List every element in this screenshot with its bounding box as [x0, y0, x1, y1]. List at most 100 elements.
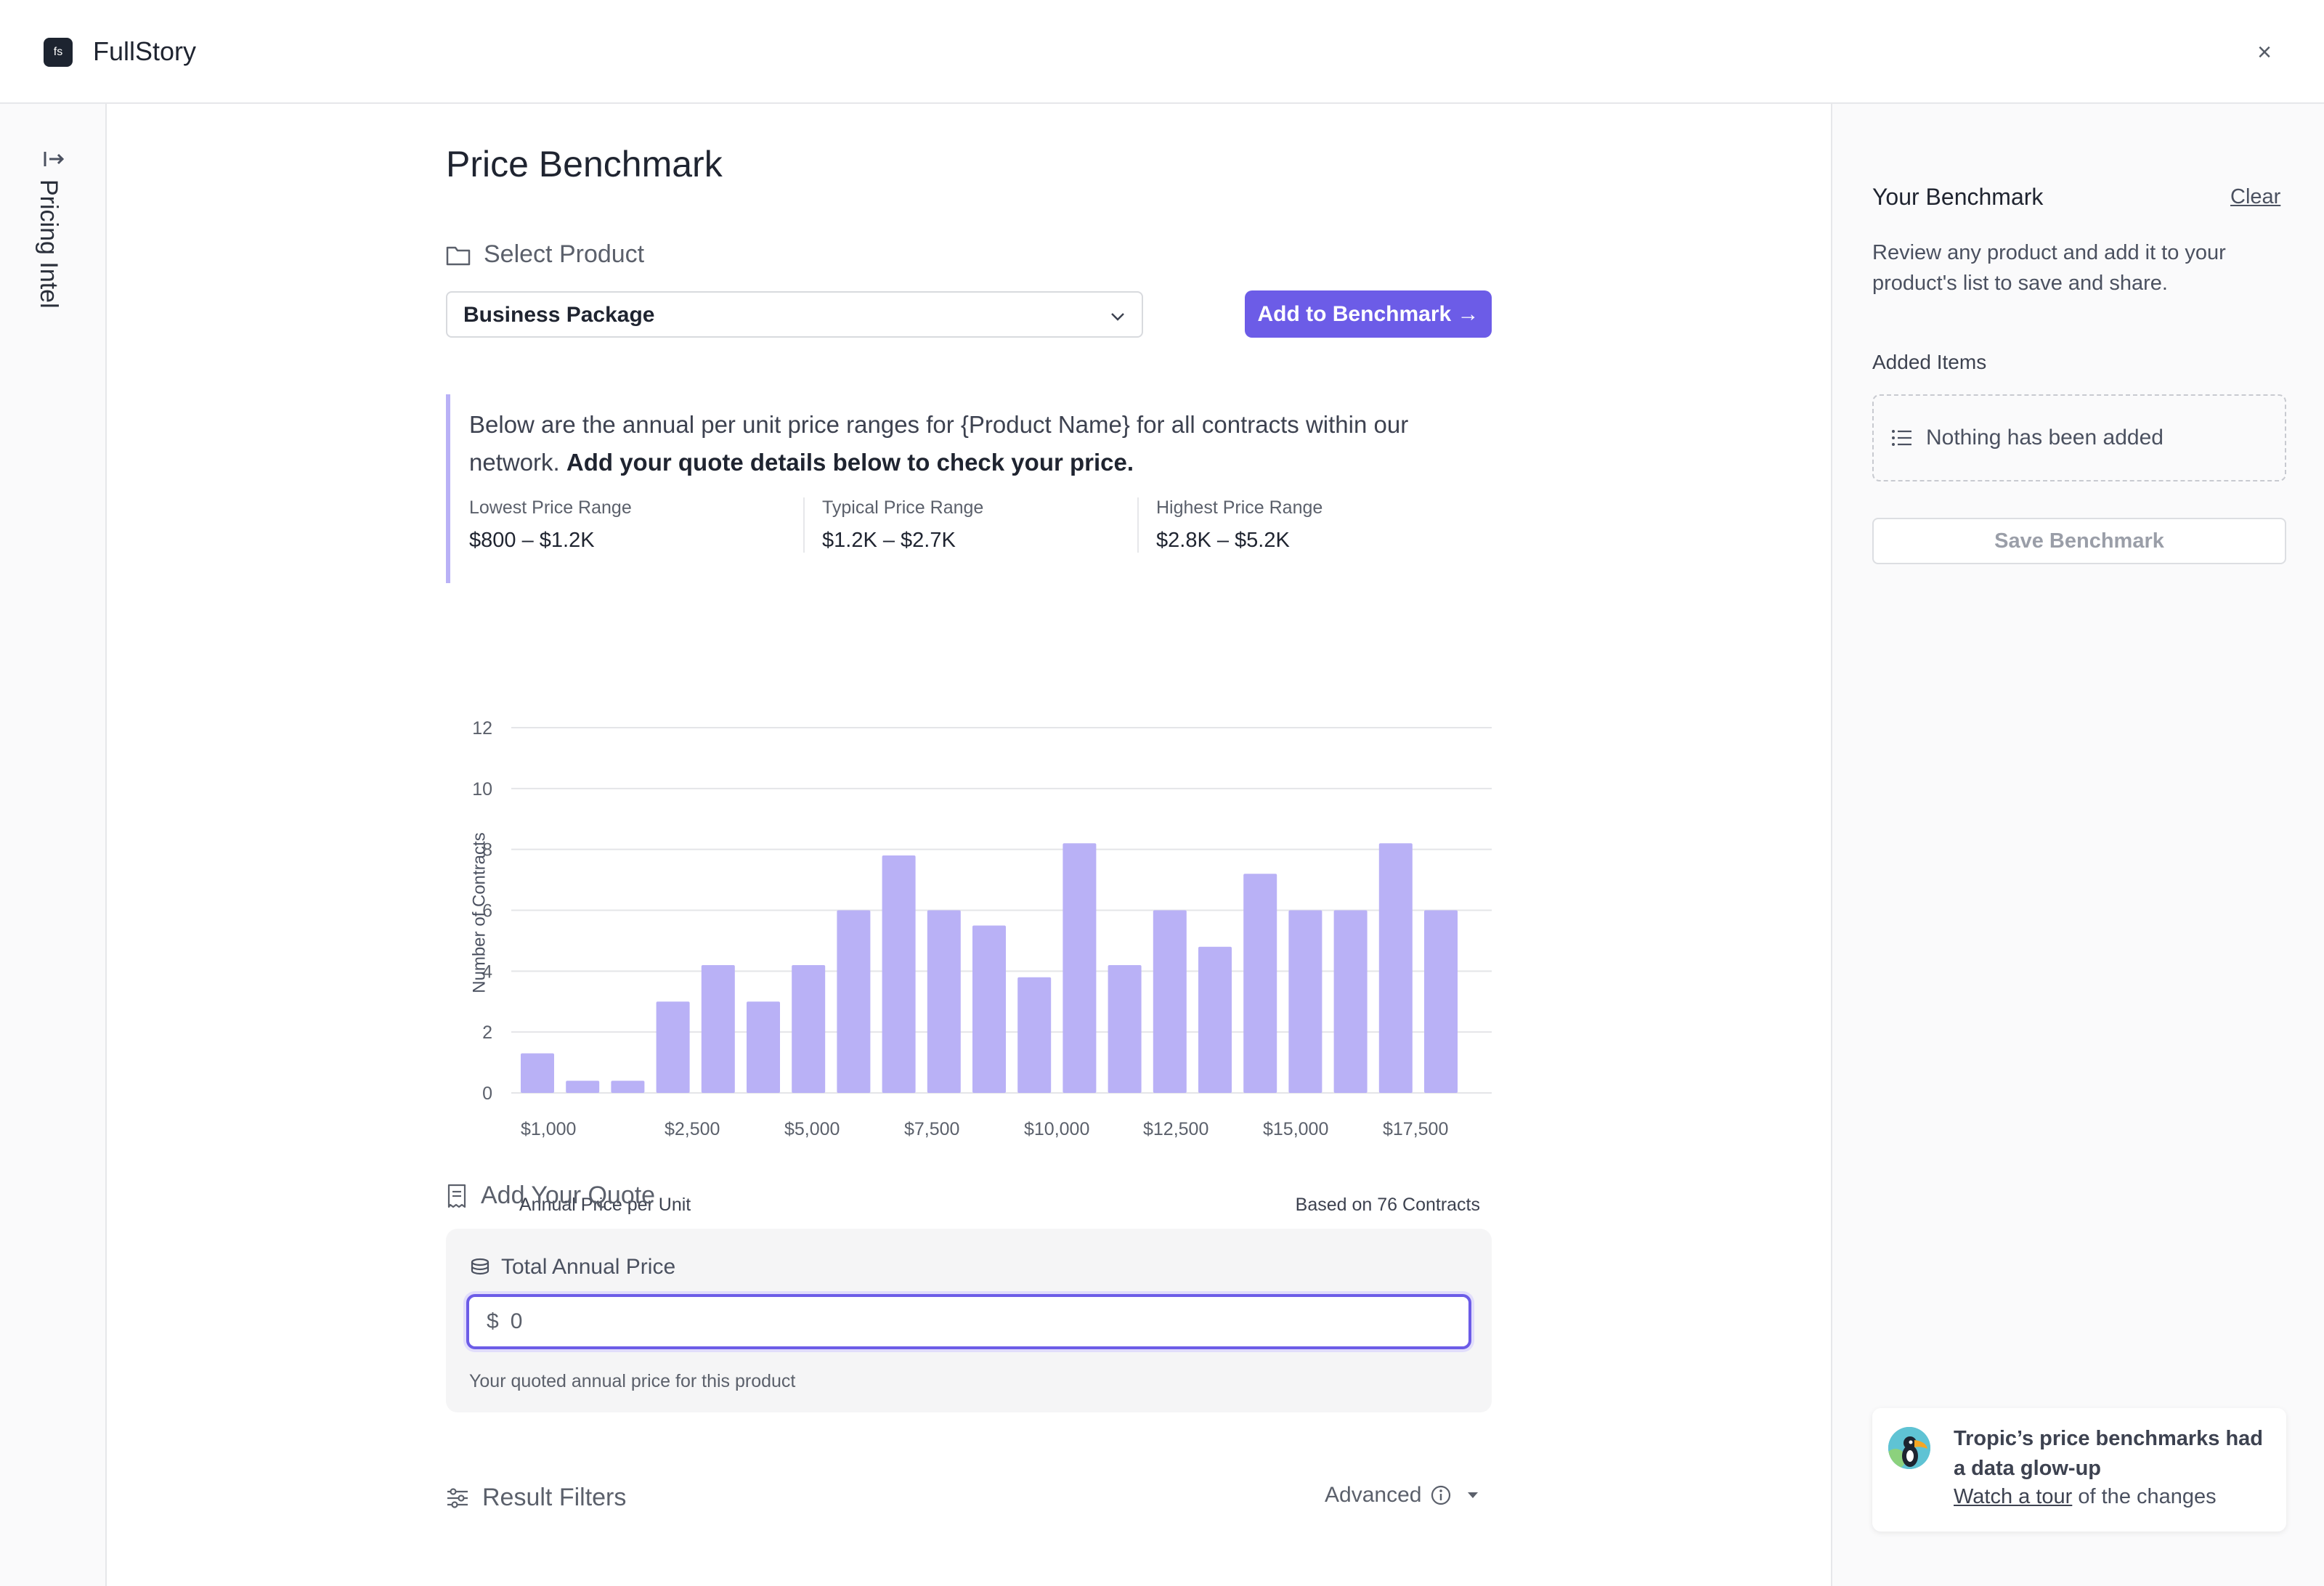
- total-annual-price-text: Total Annual Price: [501, 1255, 676, 1279]
- info-callout: Below are the annual per unit price rang…: [446, 394, 1492, 583]
- intro-emphasis: Add your quote details below to check yo…: [566, 449, 1134, 476]
- histogram-bar: [927, 910, 961, 1093]
- histogram-bar: [1333, 910, 1368, 1093]
- histogram-bar: [792, 964, 826, 1093]
- product-select-value: Business Package: [463, 303, 655, 327]
- range-label: Lowest Price Range: [469, 497, 632, 518]
- histogram-bar: [701, 964, 735, 1093]
- panel-expand-icon[interactable]: [41, 146, 67, 172]
- receipt-icon: [447, 1184, 466, 1208]
- histogram-bar: [1153, 910, 1187, 1093]
- histogram-bar: [1378, 843, 1413, 1093]
- histogram-bar: [656, 1001, 690, 1093]
- histogram-bar: [566, 1081, 600, 1093]
- sidebar-description: Review any product and add it to your pr…: [1872, 241, 2226, 295]
- x-tick-label: $17,500: [1383, 1119, 1448, 1139]
- histogram-bar: [521, 1053, 554, 1093]
- folder-icon: [446, 246, 471, 265]
- benchmark-sidebar: Your Benchmark Clear Review any product …: [1831, 104, 2324, 1586]
- y-axis-title: Number of Contracts: [469, 832, 489, 993]
- result-filters-heading[interactable]: Result Filters: [446, 1484, 626, 1512]
- x-tick-label: $10,000: [1024, 1119, 1089, 1139]
- range-value: $800 – $1.2K: [469, 529, 595, 552]
- y-tick-label: 0: [482, 1083, 492, 1104]
- total-annual-price-input[interactable]: $ 0: [466, 1294, 1471, 1349]
- histogram-bar: [1288, 910, 1323, 1093]
- select-product-label: Select Product: [484, 240, 645, 268]
- histogram-bar: [972, 925, 1006, 1093]
- advanced-label: Advanced: [1325, 1483, 1422, 1507]
- histogram-bar: [1424, 910, 1458, 1093]
- histogram-bar: [611, 1081, 645, 1093]
- x-tick-label: $15,000: [1263, 1119, 1328, 1139]
- histogram-bar: [1108, 964, 1142, 1093]
- range-label: Highest Price Range: [1156, 497, 1323, 518]
- y-tick-label: 12: [472, 718, 492, 739]
- chevron-down-icon: [1111, 313, 1124, 321]
- histogram-bar: [1063, 843, 1097, 1093]
- promo-card: Tropic’s price benchmarks had a data glo…: [1872, 1408, 2286, 1532]
- fullstory-logo: fs: [44, 38, 73, 67]
- histogram-bar: [1017, 977, 1052, 1093]
- advanced-filters-toggle[interactable]: Advanced: [1325, 1483, 1485, 1508]
- app-title: FullStory: [93, 36, 197, 66]
- left-rail: Pricing Intel: [0, 104, 107, 1586]
- range-label: Typical Price Range: [822, 497, 984, 518]
- x-tick-label: $7,500: [904, 1119, 959, 1139]
- contracts-histogram: Number of Contracts 0 2 4 6 8 10 12 $1,000 $2,50…: [446, 599, 1506, 1224]
- range-lowest: Lowest Price Range $800 – $1.2K: [469, 497, 803, 553]
- x-tick-label: $1,000: [521, 1119, 576, 1139]
- y-tick-label: 2: [482, 1022, 492, 1043]
- histogram-bar: [1198, 946, 1232, 1093]
- toucan-avatar-icon: [1888, 1427, 1930, 1469]
- histogram-bar: [837, 910, 871, 1093]
- clear-link[interactable]: Clear: [2230, 185, 2280, 209]
- add-to-benchmark-label: Add to Benchmark →: [1257, 301, 1479, 326]
- select-product-heading: Select Product: [446, 240, 644, 269]
- sidebar-title: Your Benchmark: [1872, 184, 2044, 210]
- currency-symbol: $: [487, 1309, 499, 1333]
- x-tick-label: $12,500: [1143, 1119, 1208, 1139]
- quote-panel: Total Annual Price $ 0 Your quoted annua…: [446, 1229, 1492, 1412]
- save-benchmark-label: Save Benchmark: [1994, 529, 2164, 553]
- close-button[interactable]: ×: [2251, 38, 2278, 67]
- sliders-icon: [447, 1487, 468, 1508]
- promo-subtitle: Watch a tour of the changes: [1954, 1485, 2217, 1509]
- top-bar: fs FullStory ×: [0, 0, 2324, 104]
- histogram-bar: [747, 1001, 780, 1093]
- product-select[interactable]: Business Package: [446, 291, 1143, 338]
- empty-state-text: Nothing has been added: [1926, 426, 2163, 450]
- watch-tour-link[interactable]: Watch a tour: [1954, 1485, 2072, 1508]
- x-tick-label: $2,500: [665, 1119, 720, 1139]
- x-tick-label: $5,000: [784, 1119, 840, 1139]
- range-value: $2.8K – $5.2K: [1156, 529, 1290, 552]
- save-benchmark-button[interactable]: Save Benchmark: [1872, 518, 2286, 564]
- histogram-bar: [882, 855, 916, 1093]
- range-typical: Typical Price Range $1.2K – $2.7K: [803, 497, 1137, 553]
- chart-svg: 024681012$1,000 $2,500 $5,000 $7,500 $10,000…: [472, 718, 1492, 1215]
- promo-suffix: of the changes: [2072, 1485, 2217, 1508]
- rail-tab-pricing-intel[interactable]: Pricing Intel: [34, 179, 62, 309]
- add-quote-heading: Add Your Quote: [446, 1182, 655, 1210]
- info-icon[interactable]: [1430, 1484, 1452, 1506]
- histogram-bar: [1243, 874, 1277, 1093]
- range-value: $1.2K – $2.7K: [822, 529, 956, 552]
- added-items-empty: Nothing has been added: [1872, 394, 2286, 481]
- intro-text: Below are the annual per unit price rang…: [469, 406, 1471, 481]
- page-title: Price Benchmark: [446, 144, 723, 184]
- total-annual-price-label: Total Annual Price: [469, 1255, 675, 1280]
- add-quote-label: Add Your Quote: [481, 1182, 656, 1209]
- price-help-text: Your quoted annual price for this produc…: [469, 1371, 796, 1391]
- added-items-heading: Added Items: [1872, 351, 1987, 373]
- y-tick-label: 10: [472, 779, 492, 800]
- price-ranges: Lowest Price Range $800 – $1.2K Typical …: [469, 497, 1471, 553]
- caret-down-icon: [1468, 1492, 1479, 1498]
- coins-icon: [471, 1258, 489, 1275]
- list-icon: [1892, 430, 1911, 446]
- result-filters-label: Result Filters: [482, 1484, 627, 1511]
- main-content: Price Benchmark Select Product Business …: [108, 105, 1831, 1586]
- contracts-count-note: Based on 76 Contracts: [1296, 1195, 1480, 1215]
- add-to-benchmark-button[interactable]: Add to Benchmark →: [1245, 290, 1492, 338]
- range-highest: Highest Price Range $2.8K – $5.2K: [1137, 497, 1471, 553]
- price-input-value: 0: [510, 1309, 523, 1333]
